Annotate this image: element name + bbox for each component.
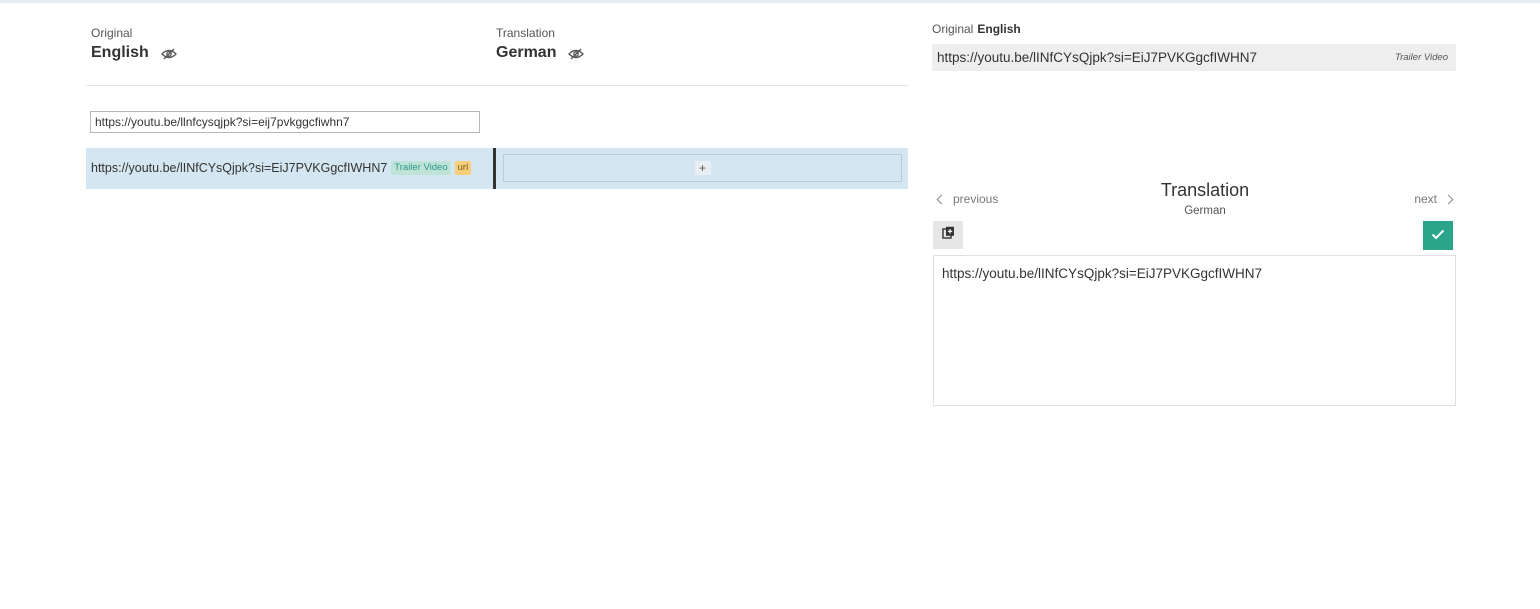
copy-icon — [941, 226, 955, 244]
translation-language-header: Translation German — [496, 26, 585, 62]
type-tag: url — [454, 161, 472, 175]
context-tag: Trailer Video — [391, 161, 451, 175]
context-label: Trailer Video — [1395, 52, 1448, 63]
translation-language: German — [1184, 205, 1226, 217]
translation-language-name: German — [496, 44, 557, 61]
next-label: next — [1414, 192, 1437, 206]
previous-button[interactable]: previous — [936, 192, 999, 206]
confirm-button[interactable] — [1423, 221, 1453, 250]
translation-editor[interactable]: https://youtu.be/lINfCYsQjpk?si=EiJ7PVKG… — [933, 255, 1456, 406]
top-border — [0, 0, 1540, 3]
table-row[interactable]: https://youtu.be/lINfCYsQjpk?si=EiJ7PVKG… — [86, 148, 908, 189]
eye-off-icon[interactable] — [160, 47, 177, 60]
original-text: https://youtu.be/lINfCYsQjpk?si=EiJ7PVKG… — [937, 50, 1257, 65]
original-label-caption: Original — [932, 22, 974, 36]
original-text-box: https://youtu.be/lINfCYsQjpk?si=EiJ7PVKG… — [932, 44, 1456, 71]
original-label: Original English — [932, 22, 1021, 36]
chevron-left-icon — [936, 194, 947, 204]
translation-title: Translation — [1160, 180, 1250, 200]
original-language-header: Original English — [91, 26, 177, 62]
eye-off-icon[interactable] — [568, 47, 585, 60]
original-caption: Original — [91, 26, 133, 40]
source-text: https://youtu.be/lINfCYsQjpk?si=EiJ7PVKG… — [91, 161, 388, 175]
filter-input[interactable] — [90, 111, 480, 133]
source-cell: https://youtu.be/lINfCYsQjpk?si=EiJ7PVKG… — [91, 161, 472, 175]
translation-caption: Translation — [496, 26, 555, 40]
copy-source-button[interactable] — [933, 221, 963, 249]
plus-icon: + — [694, 161, 711, 175]
original-label-language: English — [977, 22, 1021, 36]
header-divider — [86, 85, 908, 86]
check-icon — [1431, 227, 1445, 245]
column-separator — [493, 148, 496, 189]
chevron-right-icon — [1443, 194, 1454, 204]
next-button[interactable]: next — [1414, 192, 1454, 206]
add-translation-button[interactable]: + — [503, 154, 902, 182]
original-language-name: English — [91, 44, 149, 61]
previous-label: previous — [953, 192, 999, 206]
